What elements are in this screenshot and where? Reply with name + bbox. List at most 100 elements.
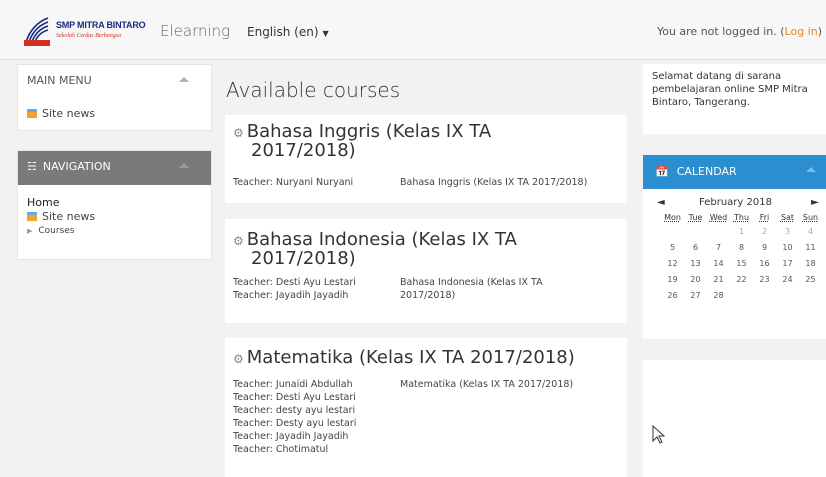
course-gear-icon: ⚙ [233, 352, 244, 366]
collapse-icon[interactable] [179, 77, 189, 82]
login-info: You are not logged in. (Log in) [656, 25, 822, 38]
weekday-header: Mon [664, 212, 681, 222]
logo-motto: Sekolah Cerdas Berbangsa [56, 33, 122, 39]
calendar-day[interactable]: 22 [730, 271, 753, 287]
calendar-day[interactable]: 17 [776, 255, 799, 271]
teacher-link[interactable]: Teacher: Junaidi Abdullah [233, 378, 356, 391]
calendar-grid: Mon Tue Wed Thu Fri Sat Sun 1 2 3 4 5 6 7 8 9 10 11 12 13 1… [661, 211, 822, 303]
teacher-link[interactable]: Teacher: Desty ayu lestari [233, 417, 356, 430]
course-title-link[interactable]: ⚙ Matematika (Kelas IX TA 2017/2018) [233, 349, 627, 368]
navigation-header[interactable]: ☵ NAVIGATION [18, 151, 211, 185]
calendar-day[interactable]: 3 [776, 223, 799, 239]
news-icon [27, 212, 37, 221]
calendar-title: CALENDAR [676, 165, 737, 178]
course-gear-icon: ⚙ [233, 126, 244, 140]
weekday-header: Thu [733, 212, 750, 222]
calendar-day[interactable]: 24 [776, 271, 799, 287]
teacher-link[interactable]: Teacher: Nuryani Nuryani [233, 176, 353, 189]
calendar-day [799, 287, 822, 303]
calendar-day[interactable]: 13 [684, 255, 707, 271]
calendar-day[interactable]: 27 [684, 287, 707, 303]
main-menu-block: MAIN MENU Site news [17, 64, 212, 131]
empty-block [643, 360, 826, 477]
calendar-day[interactable]: 21 [707, 271, 730, 287]
course-summary: Bahasa Inggris (Kelas IX TA 2017/2018) [400, 177, 588, 188]
site-brand[interactable]: Elearning [160, 22, 230, 40]
calendar-day[interactable]: 15 [730, 255, 753, 271]
logo-title: SMP MITRA BINTARO [56, 20, 146, 30]
calendar-day[interactable]: 25 [799, 271, 822, 287]
calendar-day[interactable]: 28 [707, 287, 730, 303]
collapse-icon[interactable] [179, 163, 189, 168]
calendar-day[interactable]: 18 [799, 255, 822, 271]
calendar-day[interactable]: 23 [753, 271, 776, 287]
calendar-day [776, 287, 799, 303]
calendar-day[interactable]: 8 [730, 239, 753, 255]
calendar-day[interactable]: 26 [661, 287, 684, 303]
top-navbar: SMP MITRA BINTARO Sekolah Cerdas Berbang… [0, 0, 826, 60]
calendar-day[interactable]: 2 [753, 223, 776, 239]
site-logo[interactable]: SMP MITRA BINTARO Sekolah Cerdas Berbang… [22, 14, 146, 48]
calendar-day[interactable]: 16 [753, 255, 776, 271]
calendar-day[interactable]: 6 [684, 239, 707, 255]
calendar-day [684, 223, 707, 239]
course-gear-icon: ⚙ [233, 234, 244, 248]
course-teachers: Teacher: Junaidi Abdullah Teacher: Desti… [233, 378, 356, 456]
nav-item-courses[interactable]: ▶ Courses [27, 224, 211, 238]
teacher-link[interactable]: Teacher: Jayadih Jayadih [233, 430, 356, 443]
calendar-day [753, 287, 776, 303]
weekday-header: Sun [802, 212, 819, 222]
calendar-day[interactable]: 20 [684, 271, 707, 287]
calendar-day [661, 223, 684, 239]
course-title-link-continued[interactable]: 2017/2018) [233, 142, 627, 160]
prev-month-button[interactable]: ◄ [657, 197, 665, 208]
mouse-cursor-icon [652, 425, 666, 444]
nav-item-site-news[interactable]: Site news [27, 210, 211, 224]
caret-down-icon: ▼ [322, 29, 329, 38]
course-teachers: Teacher: Desti Ayu Lestari Teacher: Jaya… [233, 276, 356, 302]
main-menu-header[interactable]: MAIN MENU [18, 65, 211, 97]
main-menu-item-site-news[interactable]: Site news [18, 107, 211, 121]
navigation-title: NAVIGATION [42, 160, 111, 173]
course-box: ⚙ Bahasa Inggris (Kelas IX TA 2017/2018) … [225, 115, 627, 203]
teacher-link[interactable]: Teacher: Desti Ayu Lestari [233, 276, 356, 289]
logo-emblem-icon [24, 17, 50, 46]
course-box: ⚙ Matematika (Kelas IX TA 2017/2018) Teac… [225, 338, 627, 477]
news-icon [27, 109, 37, 118]
course-title-link-continued[interactable]: 2017/2018) [233, 250, 627, 268]
teacher-link[interactable]: Teacher: Chotimatul [233, 443, 356, 456]
next-month-button[interactable]: ► [811, 197, 819, 208]
calendar-day[interactable]: 5 [661, 239, 684, 255]
calendar-day[interactable]: 19 [661, 271, 684, 287]
language-menu[interactable]: English (en) ▼ [247, 25, 329, 39]
collapse-icon[interactable] [806, 167, 816, 172]
nav-item-home[interactable]: Home [27, 196, 211, 210]
expand-arrow-icon: ▶ [27, 227, 33, 235]
sitemap-icon: ☵ [27, 160, 37, 173]
calendar-day [730, 287, 753, 303]
calendar-day[interactable]: 14 [707, 255, 730, 271]
calendar-day [707, 223, 730, 239]
weekday-header: Fri [759, 212, 770, 222]
teacher-link[interactable]: Teacher: Desti Ayu Lestari [233, 391, 356, 404]
main-menu-title: MAIN MENU [27, 74, 92, 87]
language-label: English (en) [247, 25, 319, 39]
course-teachers: Teacher: Nuryani Nuryani [233, 176, 353, 189]
teacher-link[interactable]: Teacher: desty ayu lestari [233, 404, 356, 417]
calendar-header[interactable]: 📅 CALENDAR [643, 155, 826, 189]
login-link[interactable]: Log in [785, 25, 818, 38]
calendar-day[interactable]: 9 [753, 239, 776, 255]
course-summary: Matematika (Kelas IX TA 2017/2018) [400, 379, 574, 390]
calendar-day[interactable]: 11 [799, 239, 822, 255]
weekday-header: Sat [780, 212, 795, 222]
calendar-month: February 2018 [699, 197, 772, 208]
calendar-day[interactable]: 4 [799, 223, 822, 239]
teacher-link[interactable]: Teacher: Jayadih Jayadih [233, 289, 356, 302]
calendar-icon: 📅 [655, 165, 669, 178]
navigation-block: ☵ NAVIGATION Home Site news ▶ Courses [17, 150, 212, 260]
calendar-day[interactable]: 10 [776, 239, 799, 255]
calendar-day[interactable]: 12 [661, 255, 684, 271]
calendar-day[interactable]: 7 [707, 239, 730, 255]
weekday-header: Tue [688, 212, 703, 222]
calendar-day[interactable]: 1 [730, 223, 753, 239]
